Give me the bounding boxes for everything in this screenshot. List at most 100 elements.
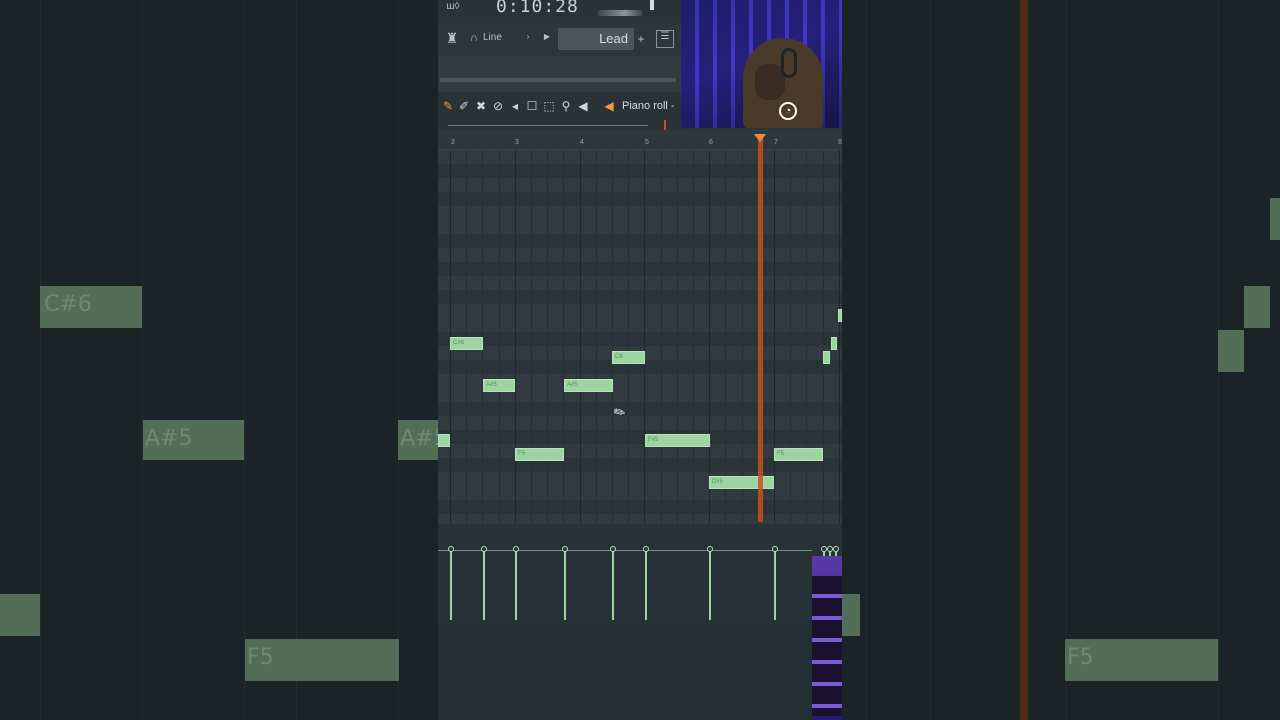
note[interactable]: C6 xyxy=(612,351,645,364)
background-note: A#5 xyxy=(398,420,438,460)
velocity-bar[interactable] xyxy=(774,550,776,620)
ruler-mark: 4 xyxy=(580,139,584,146)
chevron-right-icon[interactable]: › xyxy=(524,32,532,44)
velocity-bar[interactable] xyxy=(709,550,711,620)
grid-line xyxy=(709,150,710,524)
speaker-icon[interactable]: ◀ xyxy=(576,99,590,113)
magnet-icon[interactable]: ∩ xyxy=(468,32,480,46)
velocity-handle[interactable] xyxy=(610,546,616,552)
delete-icon[interactable]: ✖ xyxy=(474,99,488,113)
fl-studio-window: ш◊ 0:10:28 ♜ ∩ Line › ▶ Lead + ☰ ✎ ✐ ✖ ⊘… xyxy=(438,0,842,720)
note[interactable]: A#5 xyxy=(564,379,613,392)
velocity-handle[interactable] xyxy=(448,546,454,552)
velocity-bar[interactable] xyxy=(450,550,452,620)
note[interactable]: D#5 xyxy=(709,476,774,489)
velocity-handle[interactable] xyxy=(707,546,713,552)
note[interactable]: A#5 xyxy=(483,379,515,392)
background-note: C#6 xyxy=(40,286,142,328)
info-icon[interactable] xyxy=(650,0,654,10)
note[interactable]: F5 xyxy=(515,448,564,461)
piano-roll-title: Piano roll - xyxy=(622,100,675,112)
ruler-mark: 2 xyxy=(451,139,455,146)
grid-line xyxy=(563,150,564,524)
video-frame: C#6 A#5 A#5 F5 F5 ш◊ 0:10:28 ♜ ∩ Line › … xyxy=(0,0,1280,720)
background-note: F5 xyxy=(1065,639,1218,681)
elgato-logo-icon: ◔ xyxy=(779,102,797,120)
settings-icon[interactable]: ☰ xyxy=(656,30,674,48)
grid-line xyxy=(580,150,581,524)
velocity-handle[interactable] xyxy=(513,546,519,552)
note[interactable]: F#5 xyxy=(645,434,710,447)
grid-line xyxy=(515,150,516,524)
mini-timeline xyxy=(438,120,682,130)
channel-toolbar: ♜ ∩ Line › ▶ Lead + ☰ xyxy=(438,24,682,54)
note[interactable] xyxy=(823,351,830,364)
channel-selector[interactable]: Lead xyxy=(558,28,634,50)
song-time: 0:10:28 xyxy=(496,0,579,17)
note[interactable]: F5 xyxy=(774,448,823,461)
grid-line xyxy=(644,150,645,524)
ruler-mark: 5 xyxy=(645,139,649,146)
zoom-icon[interactable]: ⚲ xyxy=(559,99,573,113)
velocity-bar[interactable] xyxy=(612,550,614,620)
select-icon[interactable]: ☐ xyxy=(525,99,539,113)
play-arrow-icon[interactable]: ▶ xyxy=(542,32,552,46)
transport-icon[interactable]: ш◊ xyxy=(444,1,462,13)
scroll-area xyxy=(438,56,682,92)
grid-line xyxy=(823,150,824,524)
headphones-icon xyxy=(781,48,797,78)
velocity-bar[interactable] xyxy=(564,550,566,620)
velocity-bar[interactable] xyxy=(645,550,647,620)
tool-mode-field[interactable]: Line xyxy=(483,32,502,43)
background-note: A#5 xyxy=(143,420,244,460)
grid-line xyxy=(790,150,791,524)
background-note: F5 xyxy=(245,639,399,681)
background-right: F5 xyxy=(842,0,1280,720)
ruler-mark: 7 xyxy=(774,139,778,146)
background-note xyxy=(1270,198,1280,240)
note[interactable] xyxy=(831,337,837,350)
grid-line xyxy=(725,150,726,524)
ruler-mark: 8 xyxy=(838,139,842,146)
grid-line xyxy=(677,150,678,524)
grid-line xyxy=(628,150,629,524)
grid-line xyxy=(596,150,597,524)
playhead-marker-icon[interactable] xyxy=(754,134,766,142)
note[interactable]: C#6 xyxy=(450,337,483,350)
grid-line xyxy=(661,150,662,524)
background-playhead xyxy=(1020,0,1028,720)
background-note xyxy=(1244,286,1270,328)
background-note xyxy=(842,594,860,636)
ruler-mark: 3 xyxy=(515,139,519,146)
velocity-handle[interactable] xyxy=(772,546,778,552)
timeline-ruler[interactable]: 2 3 4 5 6 7 8 xyxy=(438,130,842,150)
select-area-icon[interactable]: ⬚ xyxy=(542,99,556,113)
velocity-lane[interactable] xyxy=(438,524,842,624)
background-note xyxy=(1218,330,1244,372)
paint-icon[interactable]: ✐ xyxy=(457,99,471,113)
speaker-orange-icon[interactable]: ◀ xyxy=(602,99,616,113)
webcam-overlay: ◔ xyxy=(681,0,842,128)
webcam-overlay-secondary xyxy=(812,556,842,720)
velocity-handle[interactable] xyxy=(562,546,568,552)
instrument-icon[interactable]: ♜ xyxy=(444,30,460,48)
velocity-handle[interactable] xyxy=(833,546,839,552)
velocity-bar[interactable] xyxy=(515,550,517,620)
velocity-bar[interactable] xyxy=(483,550,485,620)
velocity-handle[interactable] xyxy=(643,546,649,552)
add-channel-button[interactable]: + xyxy=(636,32,646,46)
playhead[interactable] xyxy=(758,134,763,522)
grid-line xyxy=(742,150,743,524)
grid-line xyxy=(531,150,532,524)
note[interactable] xyxy=(438,434,450,447)
velocity-handle[interactable] xyxy=(481,546,487,552)
mute-icon[interactable]: ⊘ xyxy=(491,99,505,113)
level-meter xyxy=(598,10,642,16)
piano-roll-grid[interactable]: C#6 A#5 A#5 C6 F5 F#5 D#5 F5 xyxy=(438,150,842,524)
note[interactable] xyxy=(838,309,842,322)
scrollbar[interactable] xyxy=(440,78,676,82)
slice-icon[interactable]: ◂ xyxy=(508,99,522,113)
pencil-icon[interactable]: ✎ xyxy=(441,99,455,113)
grid-line xyxy=(774,150,775,524)
event-editor-area xyxy=(438,624,812,720)
